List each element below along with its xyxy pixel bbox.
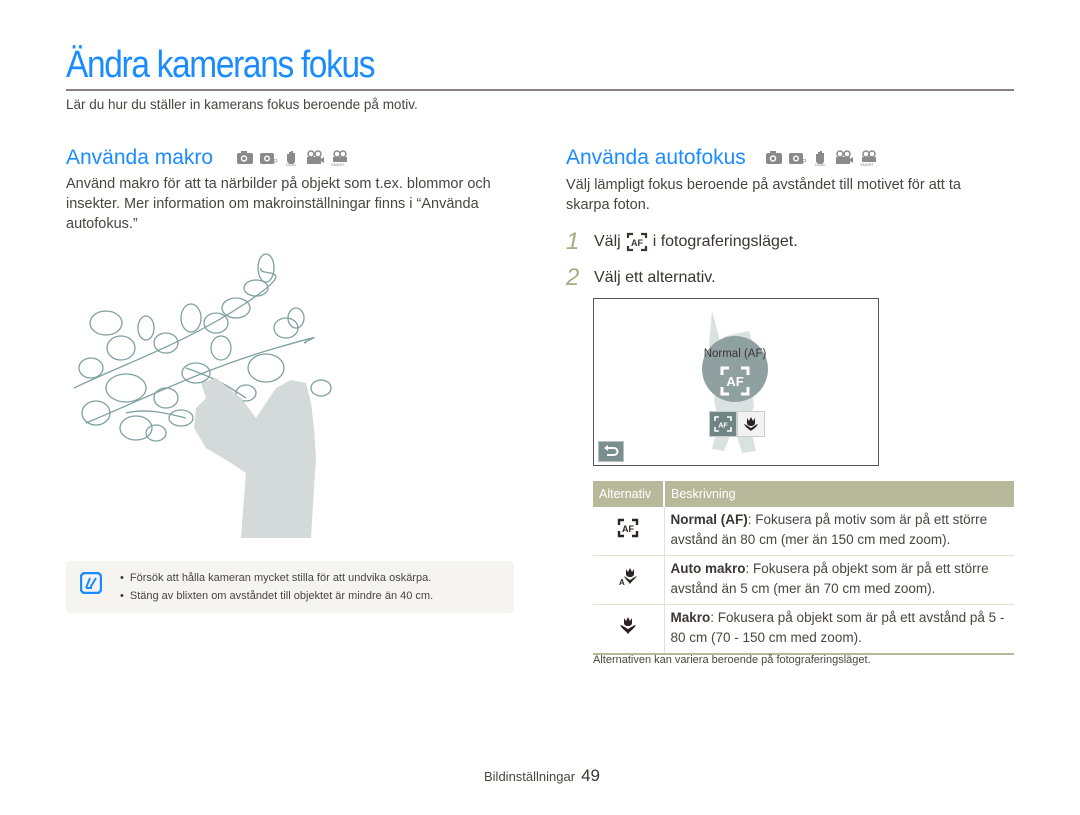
photographer-silhouette bbox=[194, 378, 316, 538]
autofocus-paragraph: Välj lämpligt fokus beroende på avstånde… bbox=[566, 177, 961, 213]
page-intro: Lär du hur du ställer in kamerans fokus … bbox=[66, 97, 418, 112]
svg-text:DUAL: DUAL bbox=[286, 162, 297, 166]
svg-text:DUAL: DUAL bbox=[815, 162, 826, 166]
table-row: A Auto makro: Fokusera på objekt som är … bbox=[593, 555, 1014, 605]
movie-icon bbox=[835, 150, 853, 165]
option-desc: : Fokusera på objekt som är på ett avstå… bbox=[670, 610, 1005, 645]
step-number: 1 bbox=[566, 228, 580, 255]
svg-text:AF: AF bbox=[718, 423, 728, 430]
step-text-after: i fotograferingsläget. bbox=[652, 233, 798, 250]
table-row: Makro: Fokusera på objekt som är på ett … bbox=[593, 604, 1014, 655]
option-icon-cell bbox=[593, 604, 665, 655]
camera-auto-icon bbox=[236, 151, 253, 165]
page-title: Ändra kamerans fokus bbox=[66, 44, 375, 86]
page-footer: Bildinställningar 49 bbox=[484, 766, 600, 786]
option-description: Normal (AF): Fokusera på motiv som är på… bbox=[664, 507, 1014, 556]
mode-icons: P DUAL SMART bbox=[236, 150, 349, 166]
movie-icon bbox=[306, 150, 324, 165]
option-description: Makro: Fokusera på objekt som är på ett … bbox=[664, 604, 1014, 655]
af-icon: AF bbox=[618, 518, 639, 538]
back-icon bbox=[604, 445, 619, 456]
footnote: Alternativen kan variera beroende på fot… bbox=[593, 654, 871, 666]
camera-screen: Normal (AF) AF AF bbox=[593, 298, 879, 466]
option-term: Auto makro bbox=[670, 561, 746, 576]
dual-is-icon: DUAL bbox=[815, 151, 826, 166]
camera-program-icon: P bbox=[259, 153, 278, 165]
table-header-row: Alternativ Beskrivning bbox=[593, 481, 1014, 507]
camera-program-icon: P bbox=[788, 153, 807, 165]
svg-text:AF: AF bbox=[726, 374, 743, 389]
option-term: Normal (AF) bbox=[670, 512, 748, 527]
table-row: AF Normal (AF): Fokusera på motiv som är… bbox=[593, 507, 1014, 556]
option-description: Auto makro: Fokusera på objekt som är på… bbox=[664, 555, 1014, 605]
dual-is-icon: DUAL bbox=[286, 151, 297, 166]
note-item: Försök att hålla kameran mycket stilla f… bbox=[120, 569, 433, 587]
macro-icon bbox=[620, 617, 637, 634]
option-icon-cell: AF bbox=[593, 507, 665, 556]
af-icon: AF bbox=[720, 366, 750, 396]
smart-movie-icon: SMART bbox=[860, 150, 876, 166]
macro-icon bbox=[744, 417, 758, 431]
note-icon bbox=[80, 572, 102, 594]
step-1: 1 Välj AF i fotograferingsläget. bbox=[566, 228, 798, 256]
title-divider bbox=[66, 89, 1014, 91]
af-icon: AF bbox=[626, 232, 647, 252]
option-af-button[interactable]: AF bbox=[709, 411, 737, 437]
svg-text:A: A bbox=[619, 578, 625, 587]
svg-text:P: P bbox=[802, 159, 807, 164]
screen-option-label: Normal (AF) bbox=[703, 348, 767, 360]
options-table: Alternativ Beskrivning AF Normal (AF): F… bbox=[593, 481, 1014, 655]
macro-heading-text: Använda makro bbox=[66, 146, 214, 169]
column-header-description: Beskrivning bbox=[664, 481, 1014, 507]
step-text-before: Välj bbox=[594, 233, 621, 250]
option-icon-cell: A bbox=[593, 555, 665, 605]
svg-text:P: P bbox=[273, 159, 278, 164]
option-macro-button[interactable] bbox=[737, 411, 765, 437]
af-icon: AF bbox=[714, 416, 732, 432]
svg-text:SMART: SMART bbox=[331, 162, 345, 166]
page-number: 49 bbox=[581, 766, 600, 785]
back-button[interactable] bbox=[598, 441, 624, 462]
option-term: Makro bbox=[670, 610, 711, 625]
camera-auto-icon bbox=[765, 151, 782, 165]
step-number: 2 bbox=[566, 264, 580, 291]
step-text: Välj ett alternativ. bbox=[594, 269, 716, 286]
smart-movie-icon: SMART bbox=[331, 150, 347, 166]
note-list: Försök att hålla kameran mycket stilla f… bbox=[120, 569, 433, 605]
autofocus-heading: Använda autofokus P DUAL SMART bbox=[566, 146, 878, 170]
mode-icons: P DUAL SMART bbox=[765, 150, 878, 166]
svg-text:AF: AF bbox=[622, 524, 634, 534]
note-item: Stäng av blixten om avståndet till objek… bbox=[120, 587, 433, 605]
magnolia-illustration bbox=[73, 253, 332, 538]
step-2: 2 Välj ett alternativ. bbox=[566, 264, 716, 292]
macro-heading: Använda makro P DUAL SMART bbox=[66, 146, 349, 170]
macro-paragraph: Använd makro för att ta närbilder på obj… bbox=[66, 176, 491, 232]
auto-macro-icon: A bbox=[619, 568, 638, 587]
autofocus-heading-text: Använda autofokus bbox=[566, 146, 746, 169]
note-box: Försök att hålla kameran mycket stilla f… bbox=[66, 561, 514, 613]
column-header-option: Alternativ bbox=[593, 481, 665, 507]
svg-text:SMART: SMART bbox=[860, 162, 874, 166]
footer-section: Bildinställningar bbox=[484, 769, 576, 784]
svg-text:AF: AF bbox=[631, 238, 643, 248]
